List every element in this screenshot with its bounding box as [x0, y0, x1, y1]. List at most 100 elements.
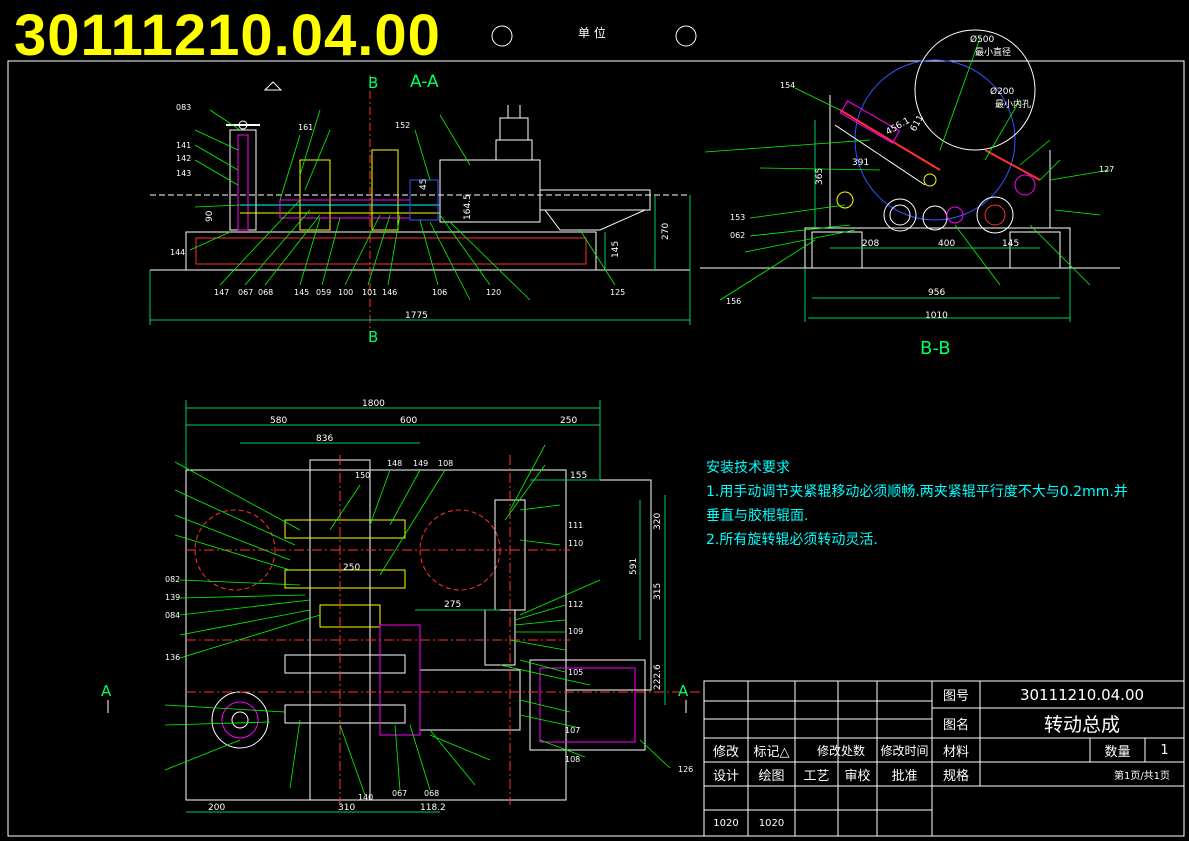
dimension-label: 250: [560, 416, 577, 426]
part-number-label: 126: [678, 765, 693, 774]
sign-process: 工艺: [803, 768, 830, 784]
section-bb-view: [700, 29, 1120, 322]
part-number-label: 153: [730, 213, 745, 222]
dimension-label: 250: [343, 563, 360, 573]
part-number-label: 161: [298, 123, 313, 132]
date-drawing: 1020: [758, 817, 785, 829]
dimension-label: 270: [661, 223, 671, 240]
tech-requirements-title: 安装技术要求: [706, 460, 790, 476]
dimension-label: 956: [928, 288, 945, 298]
section-mark-b-bottom: B: [368, 328, 379, 346]
dimension-label: 580: [270, 416, 287, 426]
part-number-label: 110: [568, 539, 583, 548]
dimension-label: 155: [570, 471, 587, 481]
section-aa-view: [149, 75, 691, 335]
drawing-name-value: 转动总成: [1043, 713, 1120, 736]
dimension-label: 591: [629, 558, 639, 575]
part-number-label: 143: [176, 169, 191, 178]
dimension-label: 275: [444, 600, 461, 610]
section-bb-label: B-B: [920, 338, 951, 359]
spec-label: 规格: [942, 768, 969, 784]
dimension-label: 1010: [925, 311, 948, 321]
part-number-label: 145: [294, 288, 309, 297]
part-number-label: 141: [176, 141, 191, 150]
plan-view: [107, 400, 700, 813]
part-number-label: 144: [170, 248, 185, 257]
part-number-label: 111: [568, 521, 583, 530]
part-number-label: 112: [568, 600, 583, 609]
part-number-label: 109: [568, 627, 583, 636]
dimension-label: 118.2: [420, 803, 446, 813]
dimension-label: 145: [1002, 239, 1019, 249]
part-number-label: 083: [176, 103, 191, 112]
part-number-label: 125: [610, 288, 625, 297]
rev-header-count: 修改处数: [817, 743, 866, 758]
dimension-note: 最小内孔: [995, 98, 1031, 110]
part-number-label: 139: [165, 593, 180, 602]
part-number-label: 142: [176, 154, 191, 163]
sign-approve: 批准: [891, 768, 918, 784]
part-number-label: 067: [392, 789, 407, 798]
part-number-label: 154: [780, 81, 795, 90]
drawing-number-title: 30111210.04.00: [14, 3, 441, 68]
drawing-no-value: 30111210.04.00: [1019, 685, 1145, 704]
drawing-no-label: 图号: [942, 689, 969, 704]
part-number-label: 120: [486, 288, 501, 297]
dimension-label: 456.1: [885, 116, 912, 138]
dimension-label: 1775: [405, 311, 428, 321]
part-number-label: 147: [214, 288, 229, 297]
part-number-label: 100: [338, 288, 353, 297]
tech-requirements: 安装技术要求 1.用手动调节夹紧辊移动必须顺畅.两夹紧辊平行度不大与0.2mm.…: [706, 456, 1128, 552]
dimension-note: Ø200: [990, 86, 1015, 97]
quantity-value: 1: [1160, 742, 1169, 758]
section-mark-b-top: B: [368, 74, 379, 92]
rev-header-modify: 修改: [712, 744, 739, 760]
part-number-label: 084: [165, 611, 180, 620]
dimension-label: 600: [400, 416, 417, 426]
dimension-label: 1800: [362, 399, 385, 409]
section-mark-a-right: A: [678, 682, 689, 700]
part-number-label: 067: [238, 288, 253, 297]
dimension-label: 391: [852, 158, 869, 168]
part-number-label: 068: [424, 789, 439, 798]
part-number-label: 156: [726, 297, 741, 306]
drawing-name-label: 图名: [942, 717, 969, 733]
sign-drawing: 绘图: [758, 768, 785, 784]
tech-requirement-1: 1.用手动调节夹紧辊移动必须顺畅.两夹紧辊平行度不大与0.2mm.并: [706, 484, 1128, 500]
rev-header-mark: 标记△: [753, 744, 790, 760]
part-number-label: 146: [382, 288, 397, 297]
part-number-label: 105: [568, 668, 583, 677]
dimension-label: 611: [909, 114, 926, 134]
part-number-label: 148: [387, 459, 402, 468]
dimension-label: 222.6: [653, 664, 663, 690]
part-number-label: 108: [565, 755, 580, 764]
dimension-label: 208: [862, 239, 879, 249]
dimension-label: 200: [208, 803, 225, 813]
dimension-label: 90: [205, 210, 215, 222]
page-count: 第1页/共1页: [1113, 770, 1171, 782]
circle-mark-2: [675, 25, 697, 47]
dimension-note: 最小直径: [975, 46, 1011, 58]
dimension-label: 45: [419, 179, 429, 190]
dimension-label: 365: [815, 168, 825, 185]
quantity-label: 数量: [1104, 744, 1131, 760]
part-number-label: 108: [438, 459, 453, 468]
part-number-label: 150: [355, 471, 370, 480]
part-number-label: 062: [730, 231, 745, 240]
dimension-note: Ø500: [970, 34, 995, 45]
part-number-label: 140: [358, 793, 373, 802]
part-number-label: 127: [1099, 165, 1114, 174]
dimension-label: 310: [338, 803, 355, 813]
dimension-label: 836: [316, 434, 333, 444]
dimension-label: 315: [653, 583, 663, 600]
part-number-label: 106: [432, 288, 447, 297]
part-number-label: 068: [258, 288, 273, 297]
circle-mark-1: [491, 25, 513, 47]
tech-requirement-2: 2.所有旋转辊必须转动灵活.: [706, 532, 878, 548]
unit-label: 单 位: [578, 26, 606, 40]
part-number-label: 136: [165, 653, 180, 662]
dimension-label: 164.5: [463, 194, 473, 220]
dimension-label: 400: [938, 239, 955, 249]
dimension-label: 145: [611, 241, 621, 258]
dimension-label: 320: [653, 513, 663, 530]
